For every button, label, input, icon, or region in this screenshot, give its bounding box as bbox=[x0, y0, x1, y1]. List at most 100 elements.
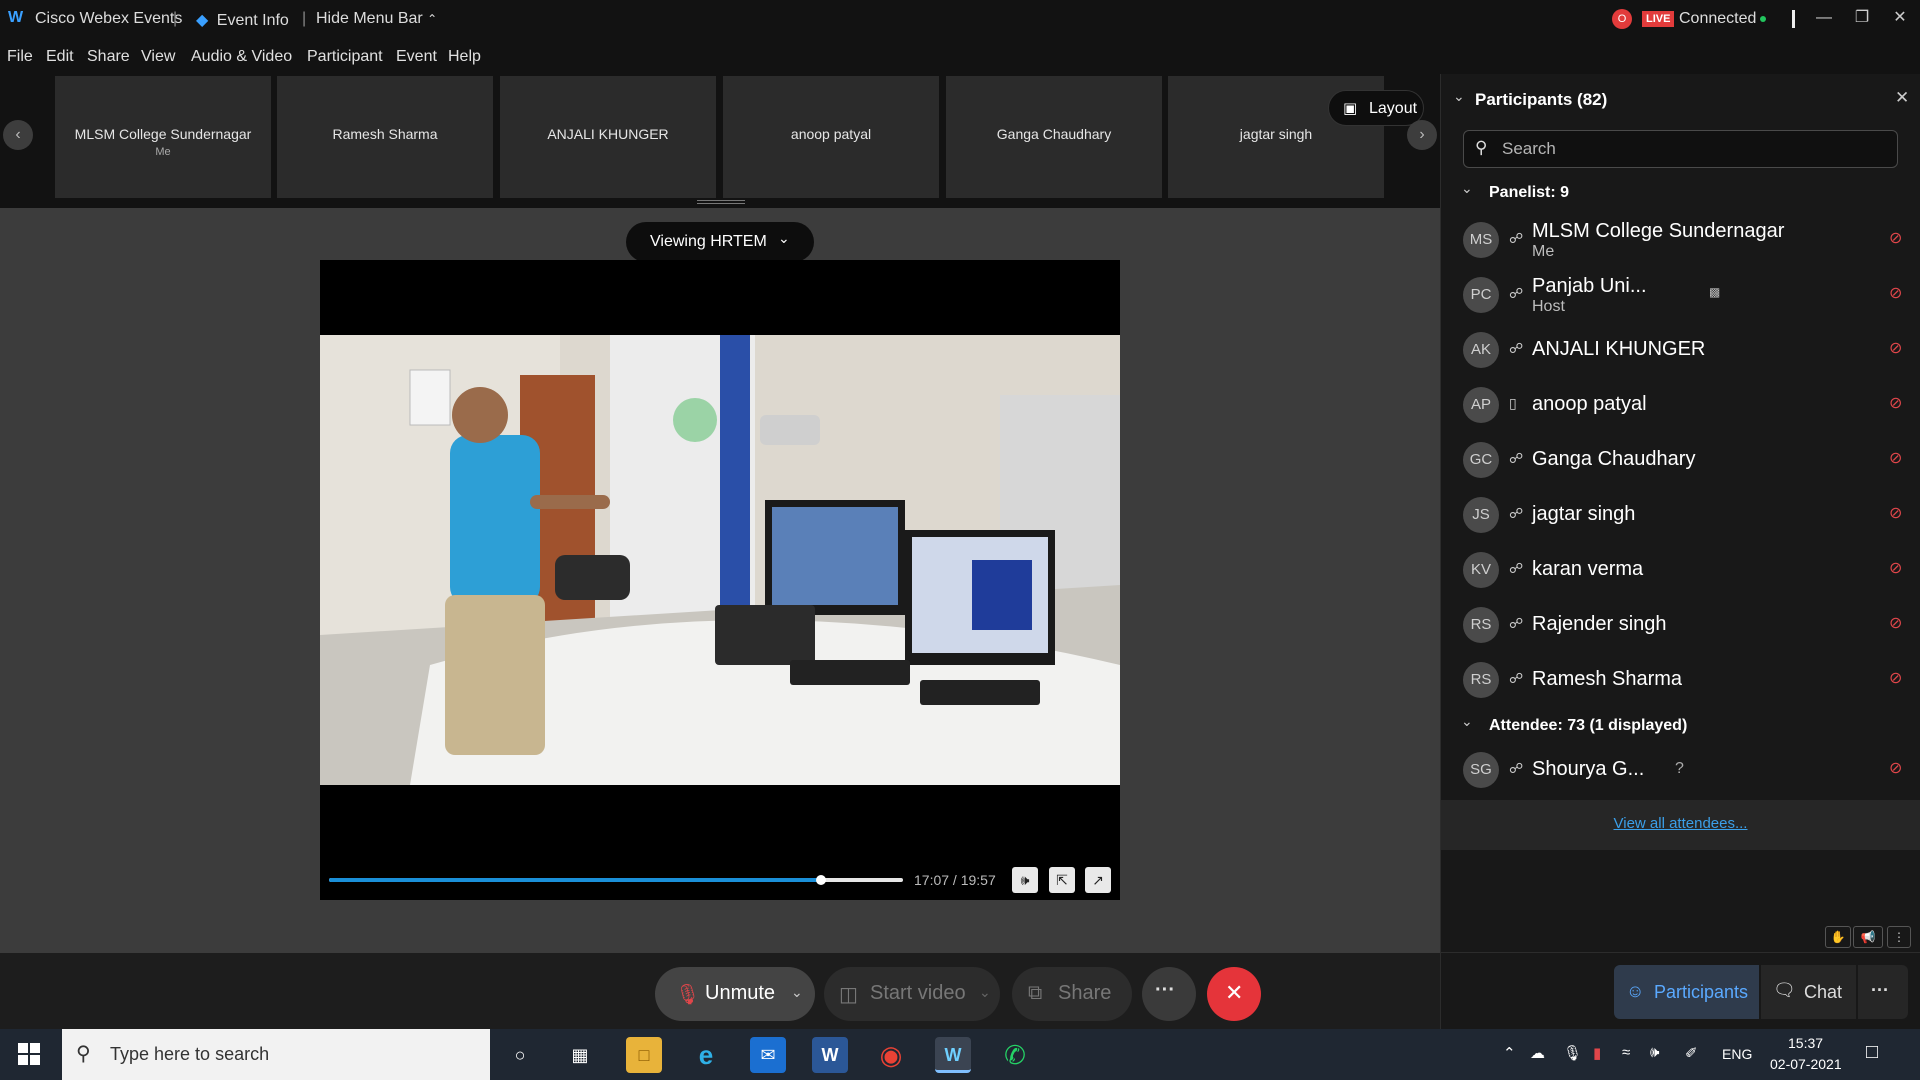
signal-strength-icon: ▩ bbox=[1709, 285, 1721, 299]
file-explorer-icon[interactable]: □ bbox=[626, 1037, 662, 1073]
participant-row[interactable]: PC ☍ Panjab Uni... Host ▩ ⊘ bbox=[1441, 269, 1920, 324]
view-all-attendees-link[interactable]: View all attendees... bbox=[1441, 815, 1920, 832]
volume-icon[interactable]: 🕪 bbox=[1650, 1044, 1659, 1061]
shared-video[interactable]: 17:07 / 19:57 🕪 ⇱ ↗ bbox=[320, 260, 1120, 900]
muted-icon[interactable]: ⊘ bbox=[1889, 613, 1902, 633]
participant-row[interactable]: MS ☍ MLSM College Sundernagar Me ⊘ bbox=[1441, 214, 1920, 269]
video-tile[interactable]: Ramesh Sharma bbox=[277, 76, 493, 198]
muted-icon[interactable]: ⊘ bbox=[1889, 228, 1902, 248]
participant-search-input[interactable] bbox=[1502, 137, 1882, 161]
event-info-button[interactable]: ◆ Event Info bbox=[196, 10, 289, 30]
panel-more-button[interactable]: ··· bbox=[1858, 965, 1908, 1019]
raise-hand-icon[interactable]: ✋ bbox=[1825, 926, 1851, 948]
participant-row[interactable]: KV ☍ karan verma ⊘ bbox=[1441, 544, 1920, 599]
word-icon[interactable]: W bbox=[812, 1037, 848, 1073]
battery-icon[interactable]: ▮ bbox=[1593, 1044, 1601, 1062]
pop-out-icon[interactable]: ⇱ bbox=[1049, 867, 1075, 893]
start-video-button[interactable]: ◫ Start video ⌄ bbox=[824, 967, 1000, 1021]
wifi-icon[interactable]: ≈ bbox=[1622, 1044, 1630, 1061]
close-panel-icon[interactable]: ✕ bbox=[1895, 88, 1909, 108]
microphone-icon[interactable]: 🎙 bbox=[1563, 1044, 1582, 1062]
reactions-icon[interactable]: 📢 bbox=[1853, 926, 1883, 948]
chat-tab[interactable]: 🗨 Chat bbox=[1761, 965, 1856, 1019]
participants-tab[interactable]: ☺ Participants bbox=[1614, 965, 1759, 1019]
collapse-panel-icon[interactable]: ⌄ bbox=[1453, 88, 1465, 105]
video-tile[interactable]: anoop patyal bbox=[723, 76, 939, 198]
leave-meeting-button[interactable]: ✕ bbox=[1207, 967, 1261, 1021]
fullscreen-icon[interactable]: ↗ bbox=[1085, 867, 1111, 893]
progress-knob[interactable] bbox=[815, 875, 826, 885]
input-language[interactable]: ENG bbox=[1722, 1046, 1752, 1062]
video-tile[interactable]: Ganga Chaudhary bbox=[946, 76, 1162, 198]
restore-icon[interactable]: ❐ bbox=[1850, 6, 1874, 30]
show-hidden-icons[interactable]: ⌃ bbox=[1503, 1044, 1516, 1062]
viewing-selector[interactable]: Viewing HRTEM ⌄ bbox=[626, 222, 814, 262]
panel-more-icon[interactable]: ⋮ bbox=[1887, 926, 1911, 948]
menu-share[interactable]: Share bbox=[87, 48, 130, 66]
menu-file[interactable]: File bbox=[7, 48, 33, 66]
windows-start-icon[interactable] bbox=[18, 1043, 40, 1065]
pen-icon[interactable]: ✐ bbox=[1685, 1044, 1698, 1062]
avatar: KV bbox=[1463, 552, 1499, 588]
playback-progress-bar[interactable] bbox=[329, 875, 903, 885]
menu-participant[interactable]: Participant bbox=[307, 48, 383, 66]
muted-icon[interactable]: ⊘ bbox=[1889, 283, 1902, 303]
participant-row[interactable]: AP ▯ anoop patyal ⊘ bbox=[1441, 379, 1920, 434]
clock-date[interactable]: 02-07-2021 bbox=[1770, 1056, 1842, 1072]
whatsapp-icon[interactable]: ✆ bbox=[997, 1037, 1033, 1073]
menu-audio-video[interactable]: Audio & Video bbox=[191, 48, 292, 66]
video-tile[interactable]: ANJALI KHUNGER bbox=[500, 76, 716, 198]
avatar: MS bbox=[1463, 222, 1499, 258]
participant-row[interactable]: JS ☍ jagtar singh ⊘ bbox=[1441, 489, 1920, 544]
windows-logo-pane bbox=[18, 1055, 28, 1065]
volume-icon[interactable]: 🕪 bbox=[1012, 867, 1038, 893]
avatar: SG bbox=[1463, 752, 1499, 788]
participant-row[interactable]: AK ☍ ANJALI KHUNGER ⊘ bbox=[1441, 324, 1920, 379]
menu-edit[interactable]: Edit bbox=[46, 48, 74, 66]
filmstrip-prev-button[interactable]: ‹ bbox=[3, 120, 33, 150]
share-button[interactable]: ⧉ Share bbox=[1012, 967, 1132, 1021]
unmute-button[interactable]: 🎙 Unmute ⌄ bbox=[655, 967, 815, 1021]
muted-icon[interactable]: ⊘ bbox=[1889, 393, 1902, 413]
menu-view[interactable]: View bbox=[141, 48, 175, 66]
chrome-icon[interactable]: ◉ bbox=[873, 1037, 909, 1073]
participant-search[interactable]: ⚲ bbox=[1463, 130, 1898, 168]
windows-taskbar: ⚲ Type here to search ○ ▦ □ e ✉ W ◉ W ✆ … bbox=[0, 1029, 1920, 1080]
participant-row[interactable]: RS ☍ Ramesh Sharma ⊘ bbox=[1441, 654, 1920, 709]
muted-icon[interactable]: ⊘ bbox=[1889, 668, 1902, 688]
minimize-icon[interactable]: — bbox=[1812, 6, 1836, 30]
video-tile[interactable]: MLSM College Sundernagar Me bbox=[55, 76, 271, 198]
webex-taskbar-icon[interactable]: W bbox=[935, 1037, 971, 1073]
panelist-group-toggle[interactable]: ⌄ bbox=[1461, 180, 1473, 197]
filmstrip-next-button[interactable]: › bbox=[1407, 120, 1437, 150]
title-divider: | bbox=[302, 10, 307, 27]
layout-button[interactable]: ▣ Layout bbox=[1328, 90, 1424, 126]
menu-event[interactable]: Event bbox=[396, 48, 437, 66]
filmstrip-resize-handle[interactable] bbox=[697, 200, 745, 204]
hide-menu-bar-button[interactable]: Hide Menu Bar ⌃ bbox=[316, 10, 437, 28]
task-view-icon[interactable]: ▦ bbox=[562, 1037, 598, 1073]
muted-icon[interactable]: ⊘ bbox=[1889, 503, 1902, 523]
onedrive-icon[interactable]: ☁ bbox=[1530, 1044, 1545, 1062]
close-icon[interactable]: ✕ bbox=[1888, 6, 1912, 30]
person-icon: ☺ bbox=[1626, 981, 1645, 1001]
muted-icon[interactable]: ⊘ bbox=[1889, 758, 1902, 778]
mail-icon[interactable]: ✉ bbox=[750, 1037, 786, 1073]
attendee-group-toggle[interactable]: ⌄ bbox=[1461, 713, 1473, 730]
menu-help[interactable]: Help bbox=[448, 48, 481, 66]
notifications-icon[interactable]: □ bbox=[1866, 1041, 1878, 1064]
view-all-attendees-area: View all attendees... bbox=[1441, 800, 1920, 850]
clock-time[interactable]: 15:37 bbox=[1788, 1035, 1823, 1051]
more-options-button[interactable]: ··· bbox=[1142, 967, 1196, 1021]
participant-row[interactable]: RS ☍ Rajender singh ⊘ bbox=[1441, 599, 1920, 654]
muted-icon[interactable]: ⊘ bbox=[1889, 338, 1902, 358]
phone-icon: ▯ bbox=[1509, 395, 1517, 411]
participant-row[interactable]: GC ☍ Ganga Chaudhary ⊘ bbox=[1441, 434, 1920, 489]
cortana-icon[interactable]: ○ bbox=[502, 1037, 538, 1073]
taskbar-search-box[interactable]: ⚲ Type here to search bbox=[62, 1029, 490, 1080]
muted-icon[interactable]: ⊘ bbox=[1889, 558, 1902, 578]
participant-row[interactable]: SG ☍ Shourya G... ? ⊘ bbox=[1441, 744, 1920, 799]
muted-icon[interactable]: ⊘ bbox=[1889, 448, 1902, 468]
participants-panel: ⌄ Participants (82) ✕ ⚲ ⌄ Panelist: 9 MS… bbox=[1440, 74, 1920, 1029]
edge-browser-icon[interactable]: e bbox=[688, 1037, 724, 1073]
